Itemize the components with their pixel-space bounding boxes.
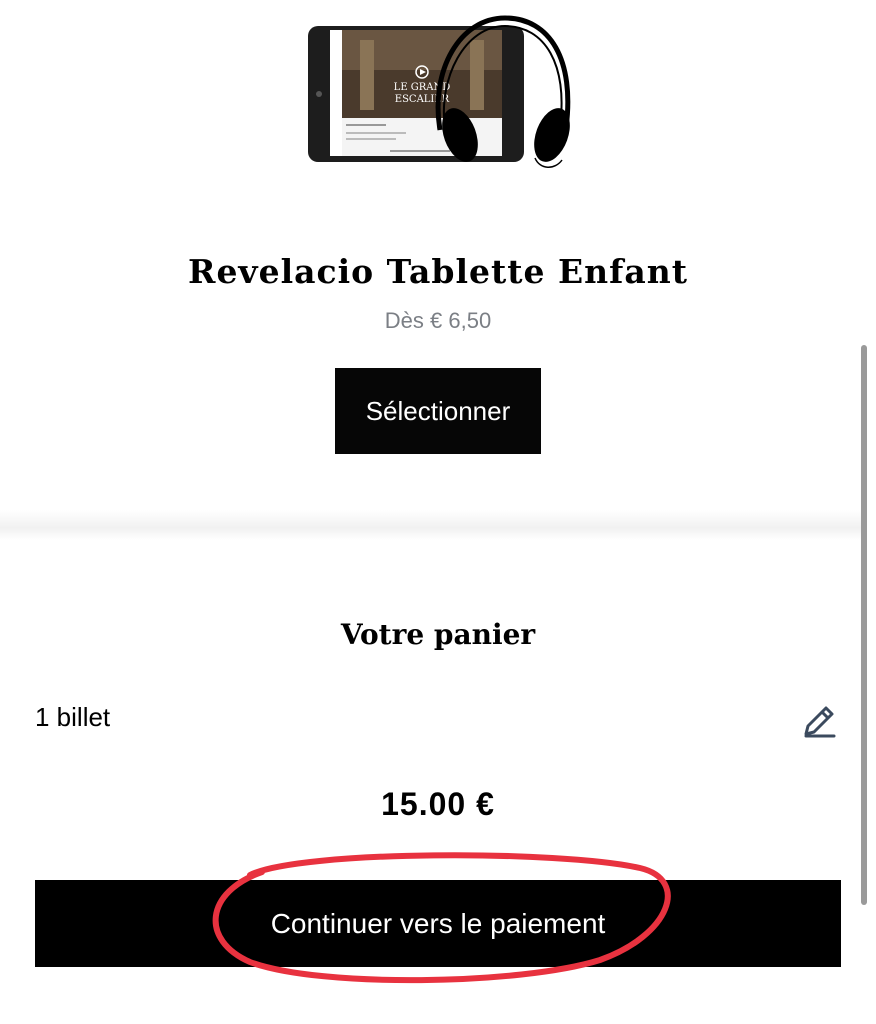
tablet-headphones-icon: LE GRAND ESCALIER — [308, 15, 571, 168]
page: LE GRAND ESCALIER Revelacio Tablette Enf… — [0, 0, 876, 1024]
cart-ticket-count: 1 billet — [35, 702, 111, 732]
continue-to-payment-button[interactable]: Continuer vers le paiement — [35, 880, 841, 967]
section-divider — [0, 510, 862, 540]
pencil-icon[interactable] — [800, 702, 838, 740]
cart-total: 15.00 € — [381, 786, 495, 822]
svg-text:ESCALIER: ESCALIER — [395, 94, 450, 105]
cart-title: Votre panier — [340, 618, 536, 651]
product-title: Revelacio Tablette Enfant — [188, 252, 688, 291]
scrollbar[interactable] — [861, 345, 867, 905]
product-image: LE GRAND ESCALIER — [300, 10, 590, 180]
select-button[interactable]: Sélectionner — [335, 368, 541, 454]
product-price: Dès € 6,50 — [384, 308, 492, 333]
